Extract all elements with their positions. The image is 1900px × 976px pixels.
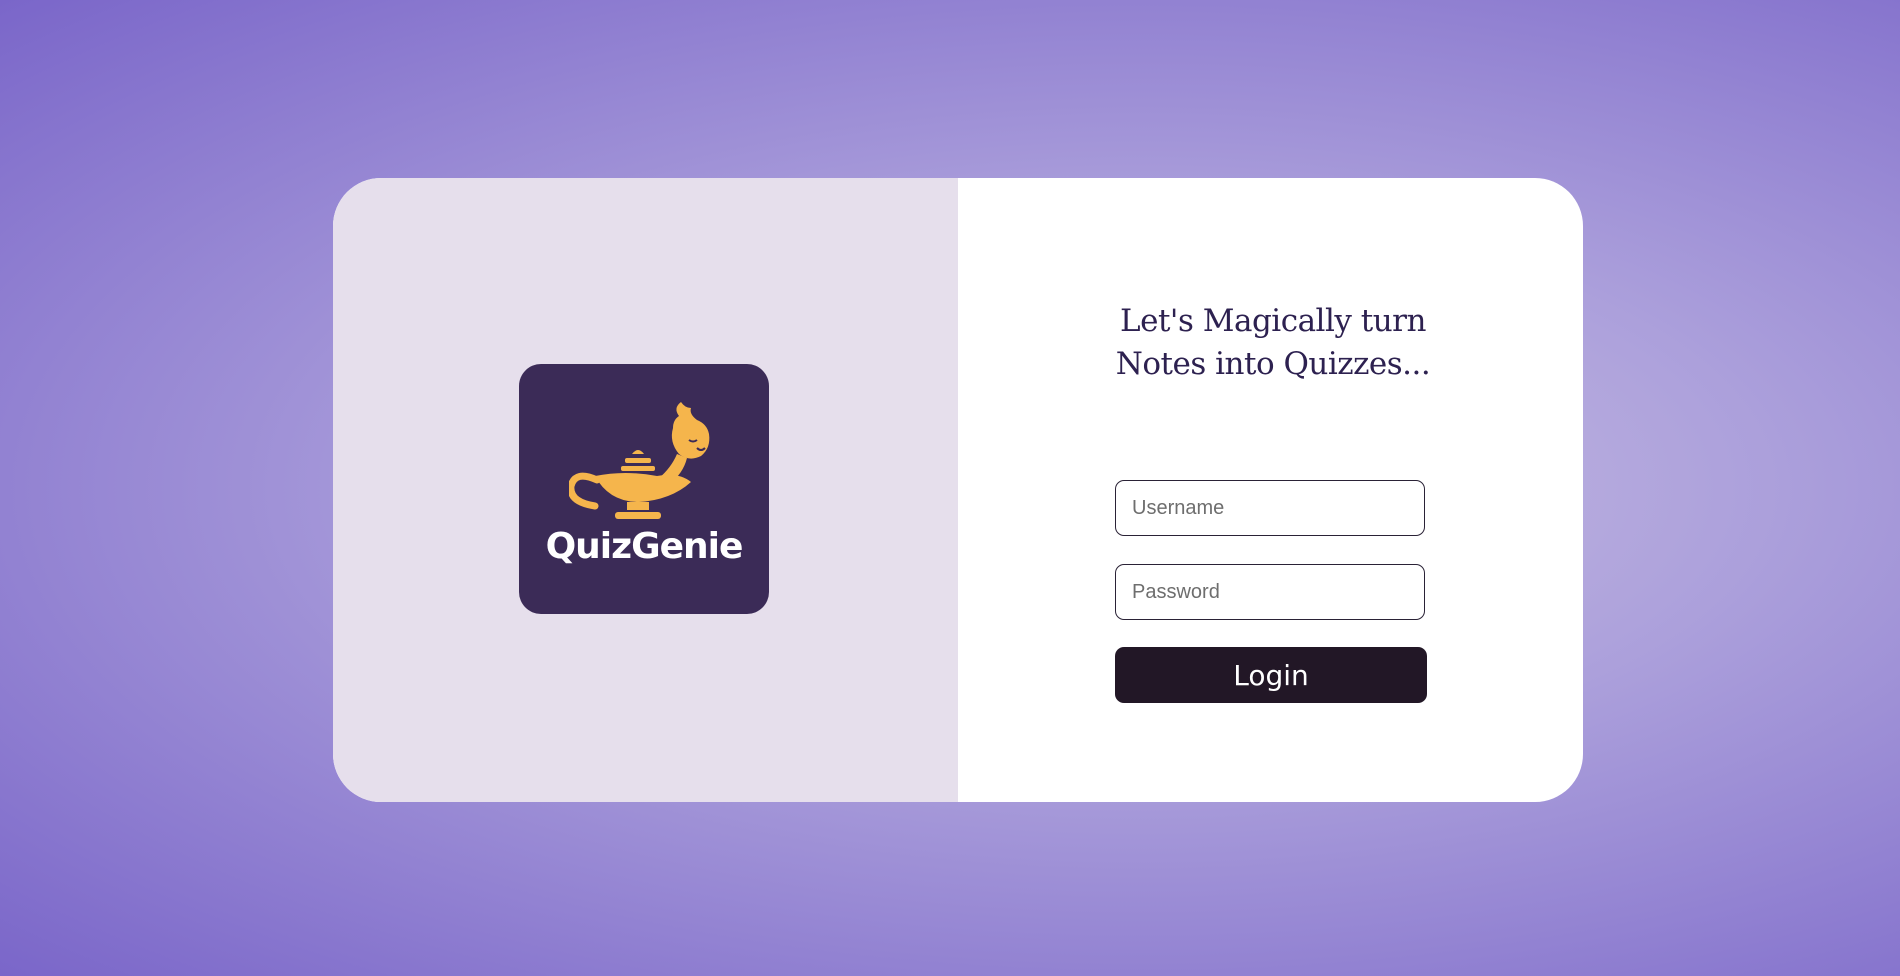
username-input[interactable] xyxy=(1115,480,1425,536)
genie-lamp-icon xyxy=(569,402,710,519)
tagline-line-2: Notes into Quizzes... xyxy=(1115,346,1431,382)
brand-panel: QuizGenie xyxy=(333,178,958,802)
login-button[interactable]: Login xyxy=(1115,647,1427,703)
quizgenie-logo: QuizGenie xyxy=(519,364,769,614)
tagline-line-1: Let's Magically turn xyxy=(1120,303,1426,339)
brand-name: QuizGenie xyxy=(545,526,744,567)
login-card: QuizGenie Let's Magically turn Notes int… xyxy=(333,178,1583,802)
login-panel: Let's Magically turn Notes into Quizzes.… xyxy=(958,178,1583,802)
password-input[interactable] xyxy=(1115,564,1425,620)
tagline: Let's Magically turn Notes into Quizzes.… xyxy=(1108,300,1438,386)
